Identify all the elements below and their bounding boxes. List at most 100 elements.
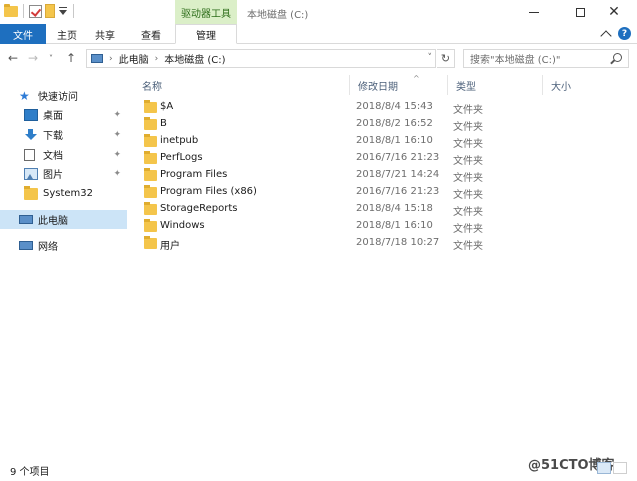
breadcrumb-separator-icon[interactable]: › [109,54,113,64]
nav-label: 此电脑 [38,216,68,227]
file-row[interactable]: 用户 2018/7/18 10:27 文件夹 [136,235,636,252]
divider [23,4,24,18]
properties-icon[interactable] [29,4,42,18]
nav-label: System32 [43,188,94,199]
minimize-icon [529,11,539,13]
tab-view[interactable]: 查看 [134,24,168,44]
forward-button[interactable]: → [26,51,40,65]
minimize-button[interactable] [511,0,557,24]
breadcrumb-separator-icon[interactable]: › [155,54,159,64]
file-date: 2018/7/18 10:27 [356,237,440,248]
up-button[interactable]: ↑ [64,51,78,65]
file-row[interactable]: inetpub 2018/8/1 16:10 文件夹 [136,133,636,150]
file-type: 文件夹 [453,207,483,218]
file-type: 文件夹 [453,173,483,184]
customize-toolbar-icon[interactable] [58,5,68,17]
refresh-icon: ↻ [440,52,451,65]
new-folder-icon[interactable] [45,4,55,18]
tab-home[interactable]: 主页 [50,24,84,44]
nav-pictures[interactable]: 图片 ✦ [0,164,127,183]
navigation-pane: ★ 快速访问 桌面 ✦ 下载 ✦ 文档 ✦ 图片 ✦ System32 此电脑 … [0,75,128,460]
nav-network[interactable]: 网络 [0,236,127,255]
breadcrumb-this-pc[interactable]: 此电脑 [119,51,149,66]
file-date: 2018/7/21 14:24 [356,169,440,180]
file-date: 2018/8/4 15:18 [356,203,433,214]
tab-file[interactable]: 文件 [0,24,46,44]
file-name: Program Files [160,169,228,180]
file-type: 文件夹 [453,122,483,133]
file-type: 文件夹 [453,105,483,116]
nav-desktop[interactable]: 桌面 ✦ [0,105,127,124]
computer-icon [19,215,33,224]
nav-downloads[interactable]: 下载 ✦ [0,125,127,144]
search-placeholder: 搜索"本地磁盘 (C:)" [470,55,561,66]
document-icon [24,148,35,161]
column-header-name[interactable]: 名称 [134,75,349,95]
file-row[interactable]: Program Files 2018/7/21 14:24 文件夹 [136,167,636,184]
arrow-right-icon: → [27,51,39,65]
nav-label: 图片 [43,170,63,181]
back-button[interactable]: ← [6,51,20,65]
download-icon [24,128,38,141]
close-icon: ✕ [608,4,620,20]
pin-icon: ✦ [113,149,121,160]
nav-documents[interactable]: 文档 ✦ [0,145,127,164]
refresh-button[interactable]: ↻ [437,49,455,68]
collapse-ribbon-icon[interactable] [600,29,612,42]
close-button[interactable]: ✕ [591,0,637,24]
tab-manage[interactable]: 管理 [175,24,237,44]
star-icon: ★ [19,88,30,103]
divider [73,4,74,18]
view-switcher [597,462,627,474]
folder-icon [144,236,157,249]
breadcrumb-local-disk[interactable]: 本地磁盘 (C:) [164,51,225,66]
file-row[interactable]: $A 2018/8/4 15:43 文件夹 [136,99,636,116]
nav-label: 文档 [43,151,63,162]
window-title: 本地磁盘 (C:) [247,10,309,21]
file-row[interactable]: Program Files (x86) 2016/7/16 21:23 文件夹 [136,184,636,201]
folder-icon [144,151,157,164]
column-header-date[interactable]: 修改日期 [350,75,447,95]
tab-share[interactable]: 共享 [88,24,122,44]
search-icon [613,53,622,62]
folder-icon [144,202,157,215]
large-icons-view-icon[interactable] [613,462,627,474]
ribbon-controls: ? [600,27,631,42]
file-row[interactable]: StorageReports 2018/8/4 15:18 文件夹 [136,201,636,218]
file-date: 2016/7/16 21:23 [356,152,440,163]
column-header-size[interactable]: 大小 [543,75,623,95]
file-name: inetpub [160,135,199,146]
ribbon-tabs: 文件 主页 共享 查看 管理 ? [0,24,637,44]
chevron-down-icon: ˅ [49,53,53,63]
nav-quick-access[interactable]: ★ 快速访问 [0,86,127,105]
arrow-up-icon: ↑ [65,51,77,65]
search-input[interactable]: 搜索"本地磁盘 (C:)" [463,49,629,68]
computer-icon [91,54,103,63]
recent-locations-button[interactable]: ˅ [44,51,58,65]
nav-this-pc[interactable]: 此电脑 [0,210,127,229]
folder-icon [24,185,38,200]
folder-icon [144,134,157,147]
file-name: PerfLogs [160,152,203,163]
maximize-icon [575,7,585,17]
folder-icon [144,168,157,181]
quick-access-toolbar [4,3,76,18]
file-name: 用户 [160,241,180,252]
pictures-icon [24,167,38,180]
details-view-icon[interactable] [597,462,611,474]
file-row[interactable]: B 2018/8/2 16:52 文件夹 [136,116,636,133]
address-bar[interactable]: › 此电脑 › 本地磁盘 (C:) ˅ [86,49,436,68]
file-row[interactable]: PerfLogs 2016/7/16 21:23 文件夹 [136,150,636,167]
file-date: 2018/8/4 15:43 [356,101,433,112]
nav-system32[interactable]: System32 [0,184,127,203]
address-dropdown-icon[interactable]: ˅ [428,53,433,63]
help-icon[interactable]: ? [618,27,631,40]
pin-icon: ✦ [113,168,121,179]
arrow-left-icon: ← [7,51,19,65]
column-header-type[interactable]: 类型 [448,75,542,95]
pin-icon: ✦ [113,129,121,140]
column-headers: ^ 名称 修改日期 类型 大小 [134,74,637,95]
file-date: 2018/8/1 16:10 [356,220,433,231]
network-icon [19,241,33,250]
file-row[interactable]: Windows 2018/8/1 16:10 文件夹 [136,218,636,235]
